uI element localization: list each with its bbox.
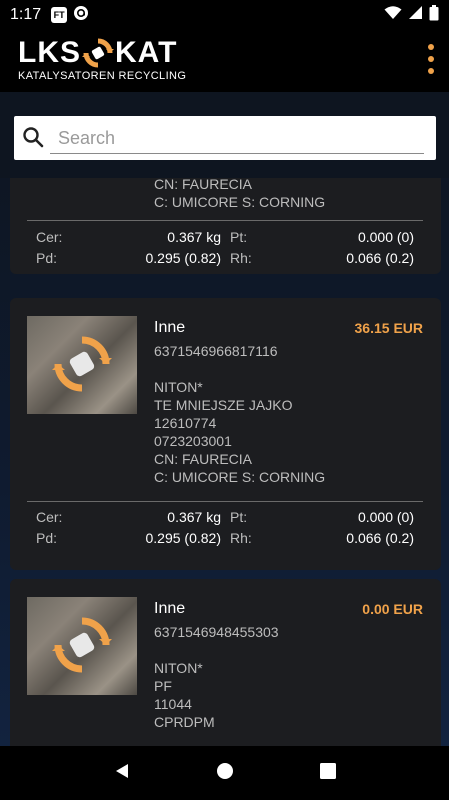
app-logo: LKS KAT KATALYSATOREN RECYCLING — [18, 36, 187, 83]
card-detail-line: C: UMICORE S: CORNING — [154, 469, 326, 485]
card-divider — [27, 220, 423, 221]
card-price: 0.00 EUR — [362, 601, 423, 617]
card-divider — [27, 501, 423, 502]
pd-label: Pd: — [36, 530, 58, 546]
pt-label: Pt: — [230, 229, 248, 245]
pd-value: 0.295 (0.82) — [145, 250, 222, 266]
card-title: Inne — [154, 319, 186, 336]
navigation-bar — [0, 746, 449, 800]
search-icon[interactable] — [22, 126, 44, 153]
card-detail-line: NITON* — [154, 379, 203, 395]
rh-label: Rh: — [230, 530, 252, 546]
card-detail-line: NITON* — [154, 660, 203, 676]
card-price: 36.15 EUR — [354, 320, 423, 336]
logo-subtitle: KATALYSATOREN RECYCLING — [18, 70, 187, 82]
search-input[interactable] — [50, 124, 424, 154]
catalyst-card[interactable]: Inne 36.15 EUR 6371546966817116 NITON* T… — [10, 298, 441, 570]
status-bar: 1:17 FT — [0, 0, 449, 30]
recents-icon[interactable] — [320, 762, 337, 784]
recycle-overlay-icon — [52, 617, 112, 673]
card-detail-line: TE MNIEJSZE JAJKO — [154, 397, 293, 413]
logo-text-left: LKS — [18, 36, 81, 69]
content-area[interactable]: CN: FAURECIA C: UMICORE S: CORNING Cer: … — [0, 92, 449, 746]
pd-value: 0.295 (0.82) — [145, 530, 222, 546]
card-details: NITON* TE MNIEJSZE JAJKO 12610774 072320… — [154, 378, 325, 486]
status-time: 1:17 — [10, 6, 42, 23]
card-detail-line: 11044 — [154, 696, 192, 712]
battery-icon — [429, 4, 439, 26]
card-details: NITON* PF 11044 CPRDPM — [154, 659, 215, 731]
metal-values: Cer: 0.367 kg Pt: 0.000 (0) Pd: 0.295 (0… — [27, 509, 423, 551]
cer-label: Cer: — [36, 229, 63, 245]
signal-icon — [408, 5, 423, 25]
rh-label: Rh: — [230, 250, 252, 266]
catalyst-thumbnail — [27, 316, 137, 414]
metal-values: Cer: 0.367 kg Pt: 0.000 (0) Pd: 0.295 (0… — [27, 229, 423, 271]
catalyst-card[interactable]: Inne 0.00 EUR 6371546948455303 NITON* PF… — [10, 579, 441, 746]
card-detail-line: CPRDPM — [154, 714, 215, 730]
card-detail-line: PF — [154, 678, 172, 694]
app-bar: LKS KAT KATALYSATOREN RECYCLING — [0, 30, 449, 92]
card-code: 6371546966817116 — [154, 343, 278, 359]
ft-app-icon: FT — [51, 7, 68, 23]
card-detail-line: 12610774 — [154, 415, 217, 431]
pt-value: 0.000 (0) — [357, 229, 414, 245]
cer-value: 0.367 kg — [167, 509, 221, 525]
rh-value: 0.066 (0.2) — [346, 250, 414, 266]
cer-label: Cer: — [36, 509, 63, 525]
at-sign-icon — [73, 5, 89, 26]
recycle-overlay-icon — [52, 336, 112, 392]
card-detail-line: C: UMICORE S: CORNING — [154, 194, 326, 210]
logo-text-right: KAT — [115, 36, 178, 69]
recycle-logo-icon — [81, 38, 115, 68]
card-detail-line: 0723203001 — [154, 433, 232, 449]
pt-label: Pt: — [230, 509, 248, 525]
card-code: 6371546948455303 — [154, 624, 279, 640]
overflow-menu-icon[interactable] — [425, 44, 437, 74]
card-detail-line: CN: FAURECIA — [154, 451, 253, 467]
back-icon[interactable] — [113, 762, 131, 785]
pt-value: 0.000 (0) — [357, 509, 414, 525]
search-bar[interactable] — [14, 116, 436, 160]
wifi-icon — [384, 5, 402, 25]
home-icon[interactable] — [216, 762, 234, 785]
catalyst-thumbnail — [27, 597, 137, 695]
card-title: Inne — [154, 600, 186, 617]
rh-value: 0.066 (0.2) — [346, 530, 414, 546]
card-details: CN: FAURECIA C: UMICORE S: CORNING — [154, 175, 325, 211]
cer-value: 0.367 kg — [167, 229, 221, 245]
pd-label: Pd: — [36, 250, 58, 266]
